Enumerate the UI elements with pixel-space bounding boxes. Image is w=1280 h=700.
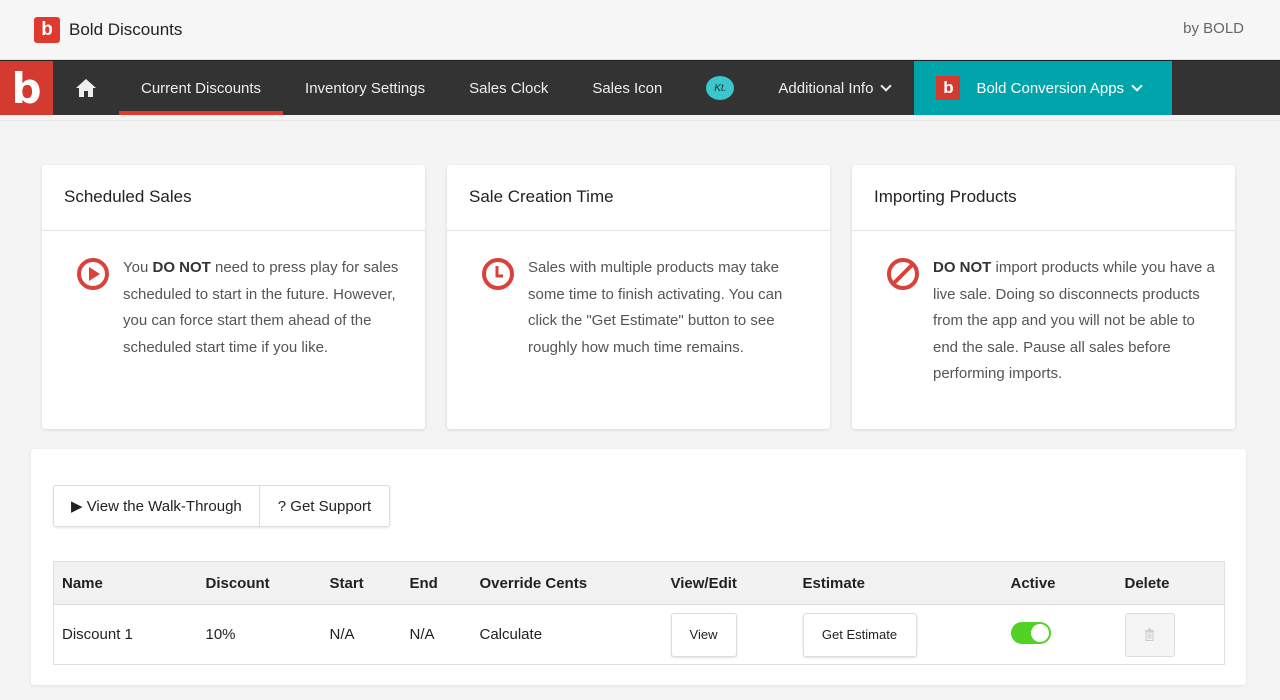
nav-label: Additional Info: [778, 79, 874, 97]
nav-label: Current Discounts: [141, 79, 262, 97]
card-title: Scheduled Sales: [42, 165, 425, 231]
nav-label: Sales Icon: [592, 79, 663, 97]
cell-name: Discount 1: [53, 604, 198, 665]
nav-kt-app[interactable]: Kt.: [684, 61, 756, 115]
get-estimate-button[interactable]: Get Estimate: [802, 612, 917, 657]
bold-logo-icon: b: [936, 76, 961, 100]
card-text: You DO NOT need to press play for sales …: [123, 259, 399, 356]
info-cards: Scheduled Sales You DO NOT need to press…: [0, 121, 1280, 429]
chevron-down-icon: [1131, 80, 1143, 92]
col-discount: Discount: [197, 561, 322, 605]
home-icon: [76, 79, 96, 97]
nav-additional-info[interactable]: Additional Info: [756, 61, 912, 115]
bold-conversion-apps-menu[interactable]: b Bold Conversion Apps: [914, 61, 1173, 115]
col-view-edit: View/Edit: [662, 561, 795, 605]
card-sale-creation-time: Sale Creation Time Sales with multiple p…: [447, 165, 830, 429]
col-delete: Delete: [1116, 561, 1225, 605]
app-header: b Bold Discounts by BOLD: [0, 0, 1280, 60]
chevron-down-icon: [880, 80, 893, 92]
bold-nav-logo[interactable]: b: [0, 61, 53, 115]
discounts-panel: ▶ View the Walk-Through ? Get Support Na…: [31, 449, 1246, 685]
card-title: Importing Products: [852, 165, 1235, 231]
nav-label: Inventory Settings: [305, 79, 426, 97]
nav-inventory-settings[interactable]: Inventory Settings: [283, 61, 447, 115]
table-row: Discount 1 10% N/A N/A Calculate View Ge…: [53, 604, 1225, 665]
app-title: Bold Discounts: [69, 19, 183, 39]
nav-filler: [1172, 61, 1280, 115]
bold-logo: b: [34, 16, 60, 43]
card-text: DO NOT import products while you have a …: [933, 259, 1215, 382]
cell-end: N/A: [401, 604, 472, 665]
nav-sales-clock[interactable]: Sales Clock: [447, 61, 570, 115]
card-scheduled-sales: Scheduled Sales You DO NOT need to press…: [42, 165, 425, 429]
help-button-group: ▶ View the Walk-Through ? Get Support: [53, 485, 391, 527]
col-override-cents: Override Cents: [471, 561, 663, 605]
cell-start: N/A: [321, 604, 402, 665]
table-header-row: Name Discount Start End Override Cents V…: [53, 561, 1225, 605]
walkthrough-button[interactable]: ▶ View the Walk-Through: [54, 486, 259, 526]
col-end: End: [401, 561, 472, 605]
nav-home[interactable]: [53, 61, 119, 115]
kt-logo-icon: Kt.: [706, 76, 735, 100]
col-active: Active: [1002, 561, 1117, 605]
delete-button[interactable]: [1124, 612, 1175, 657]
col-name: Name: [53, 561, 198, 605]
nav-current-discounts[interactable]: Current Discounts: [119, 61, 284, 115]
card-title: Sale Creation Time: [447, 165, 830, 231]
card-text: Sales with multiple products may take so…: [528, 259, 783, 356]
trash-icon: [1145, 628, 1154, 641]
nav-sales-icon[interactable]: Sales Icon: [570, 61, 684, 115]
discounts-table: Name Discount Start End Override Cents V…: [53, 561, 1225, 665]
card-importing-products: Importing Products DO NOT import product…: [852, 165, 1235, 429]
play-circle-icon: [77, 258, 109, 290]
main-nav: b Current Discounts Inventory Settings S…: [0, 60, 1280, 115]
col-start: Start: [321, 561, 402, 605]
nav-label: Sales Clock: [469, 79, 549, 97]
ban-icon: [887, 258, 919, 290]
active-toggle[interactable]: [1010, 621, 1051, 644]
clock-icon: [482, 258, 514, 290]
cell-override-cents: Calculate: [471, 604, 663, 665]
view-button[interactable]: View: [670, 612, 737, 657]
col-estimate: Estimate: [794, 561, 1003, 605]
nav-label: Bold Conversion Apps: [976, 79, 1125, 97]
byline: by BOLD: [1183, 20, 1244, 37]
get-support-button[interactable]: ? Get Support: [258, 486, 389, 526]
cell-discount: 10%: [197, 604, 322, 665]
